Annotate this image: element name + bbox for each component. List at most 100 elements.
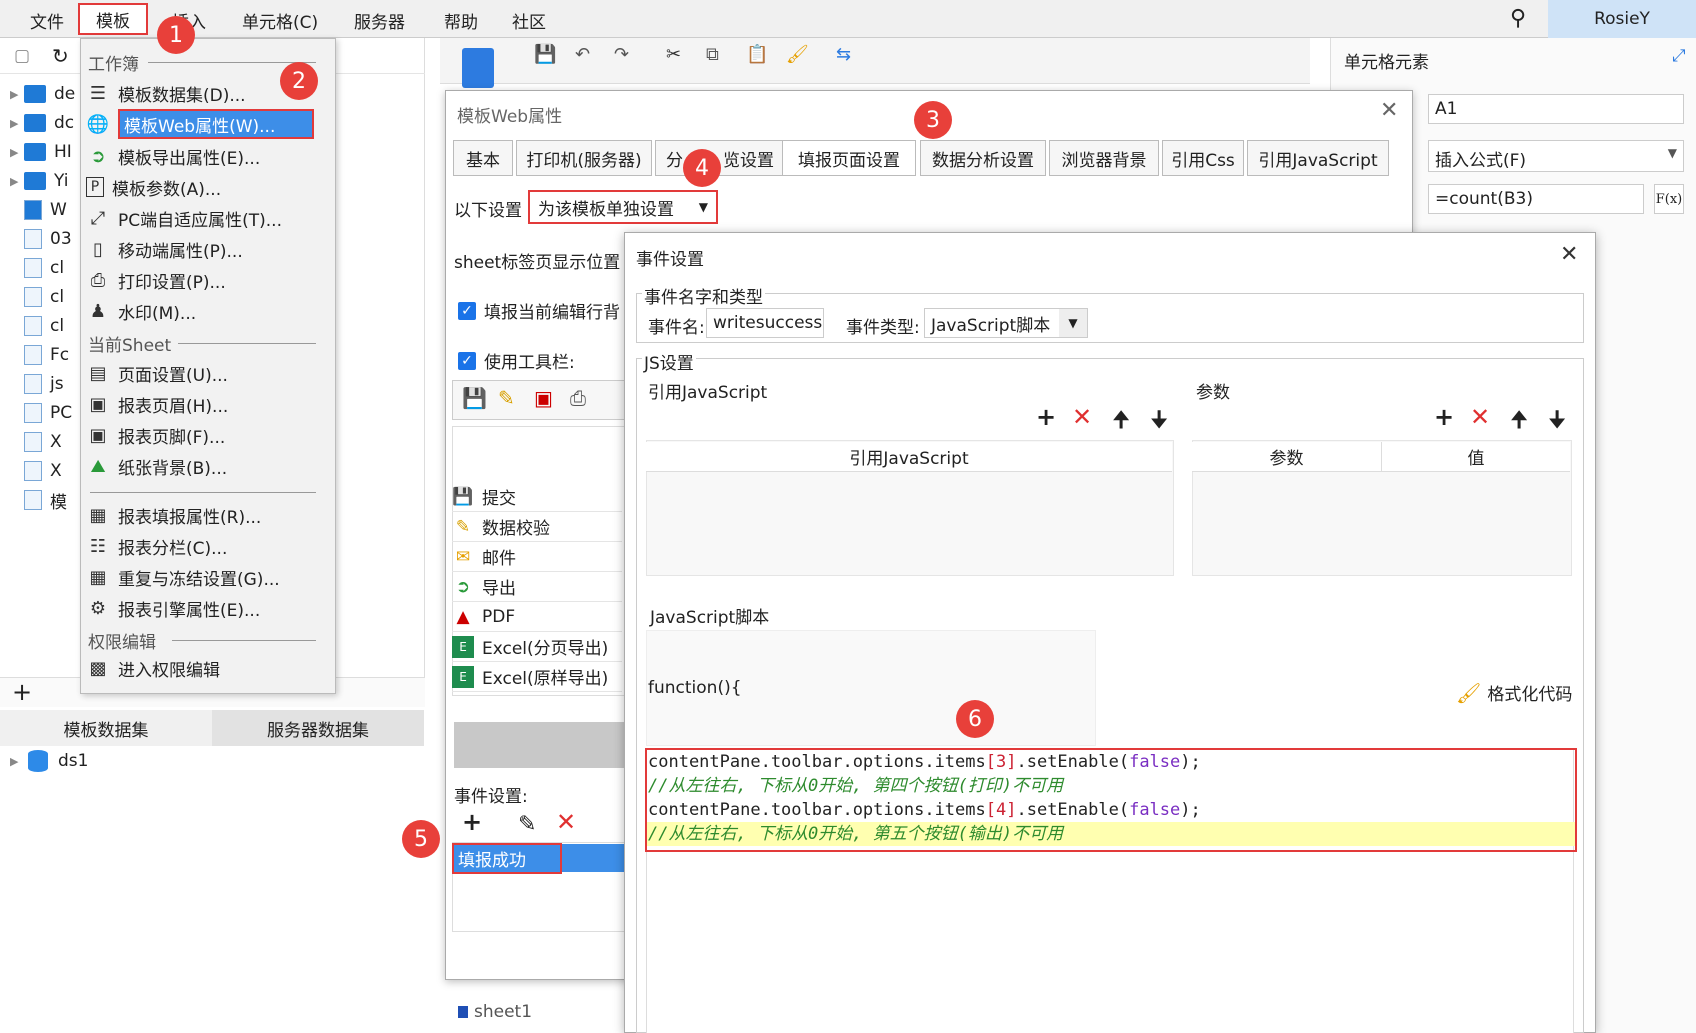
code-line: //从左往右, 下标从0开始, 第五个按钮(输出)不可用 (648, 824, 1064, 844)
menu-item-header[interactable]: ▣ 报表页眉(H)... (86, 389, 326, 419)
move-up-icon[interactable]: 🠉 (1112, 403, 1130, 441)
tree-item[interactable]: cl (10, 284, 64, 310)
chevron-down-icon: ▼ (698, 200, 708, 214)
cut-icon[interactable]: ✂ (666, 44, 681, 65)
tree-item[interactable]: ▶ HI (10, 139, 72, 165)
format-code-button[interactable]: 🖌 格式化代码 (1456, 680, 1572, 706)
delete-ref-js-icon[interactable]: ✕ (1072, 403, 1092, 431)
swap-icon[interactable]: ⇆ (836, 44, 851, 65)
search-icon[interactable]: ⚲ (1510, 6, 1526, 31)
edit-event-icon[interactable]: ✎ (518, 812, 536, 837)
redo-icon[interactable]: ↷ (614, 44, 629, 65)
menu-item-web-attr[interactable]: 🌐 模板Web属性(W)... (86, 109, 326, 139)
toolbar-btn-validate[interactable]: ✎ 数据校验 (452, 512, 622, 542)
close-icon[interactable]: ✕ (1560, 242, 1578, 267)
menu-cell[interactable]: 单元格(C) (242, 8, 318, 33)
menu-server[interactable]: 服务器 (354, 8, 405, 33)
toolbar-btn-pdf[interactable]: ▲ PDF (452, 602, 622, 632)
menu-item-background[interactable]: ⛰ 纸张背景(B)... (86, 451, 326, 481)
tree-item[interactable]: ▶ Yi (10, 168, 69, 194)
paste-icon[interactable]: 📋 (746, 44, 768, 65)
tab-browser-bg[interactable]: 浏览器背景 (1049, 140, 1159, 176)
delete-param-icon[interactable]: ✕ (1470, 403, 1490, 431)
menu-item-columns[interactable]: ☷ 报表分栏(C)... (86, 531, 326, 561)
copy-icon[interactable]: ⧉ (706, 44, 719, 65)
menu-item-engine[interactable]: ⚙ 报表引擎属性(E)... (86, 593, 326, 623)
add-param-icon[interactable]: + (1434, 403, 1454, 431)
event-name-input[interactable]: writesuccess (706, 308, 824, 338)
tree-item[interactable]: cl (10, 255, 64, 281)
toolbar-btn-submit[interactable]: 💾 提交 (452, 482, 622, 512)
toolbar-btn-mail[interactable]: ✉ 邮件 (452, 542, 622, 572)
tab-basic[interactable]: 基本 (453, 140, 513, 176)
menu-item-print[interactable]: ⎙ 打印设置(P)... (86, 265, 326, 295)
event-dialog-title: 事件设置 (636, 250, 704, 270)
menu-help[interactable]: 帮助 (444, 8, 478, 33)
undo-icon[interactable]: ↶ (575, 44, 590, 65)
menu-item-watermark[interactable]: ♟ 水印(M)... (86, 296, 326, 326)
tab-javascript[interactable]: 引用JavaScript (1247, 140, 1389, 176)
format-brush-icon[interactable]: 🖌 (786, 44, 809, 65)
tree-item[interactable]: W (10, 197, 67, 223)
tree-item[interactable]: X (10, 429, 62, 455)
fx-button[interactable]: F(x) (1654, 184, 1684, 214)
tree-item[interactable]: cl (10, 313, 64, 339)
add-ref-js-icon[interactable]: + (1036, 403, 1056, 431)
tree-item[interactable]: ▶ dc (10, 110, 74, 136)
menu-item-pc-adaptive[interactable]: ⤢ PC端自适应属性(T)... (86, 203, 326, 233)
menu-template[interactable]: 模板 (78, 3, 148, 35)
tab-fill-page[interactable]: 填报页面设置 (782, 140, 916, 176)
insert-formula-select[interactable]: 插入公式(F) ▼ (1428, 140, 1684, 172)
menu-community[interactable]: 社区 (512, 8, 546, 33)
event-type-select[interactable]: JavaScript脚本 ▼ (924, 308, 1088, 338)
use-toolbar-checkbox[interactable]: ✓ 使用工具栏: (458, 348, 575, 373)
menu-item-export-attr[interactable]: ➲ 模板导出属性(E)... (86, 141, 326, 171)
fill-current-row-checkbox[interactable]: ✓ 填报当前编辑行背 (458, 298, 620, 323)
toolbar-btn-excel-page[interactable]: E Excel(分页导出) (452, 632, 622, 662)
tree-item[interactable]: ▶ de (10, 81, 75, 107)
tree-item[interactable]: 模 (10, 487, 67, 513)
tree-item[interactable]: PC (10, 400, 72, 426)
tree-item[interactable]: 03 (10, 226, 72, 252)
dataset-tab-server[interactable]: 服务器数据集 (212, 710, 424, 746)
menu-item-mobile[interactable]: ▯ 移动端属性(P)... (86, 234, 326, 264)
expand-icon[interactable]: ⤢ (1672, 46, 1686, 66)
menu-item-fill-attr[interactable]: ▦ 报表填报属性(R)... (86, 500, 326, 530)
dataset-tab-template[interactable]: 模板数据集 (0, 710, 212, 746)
add-dataset-icon[interactable]: + (12, 678, 32, 706)
user-name[interactable]: RosieY (1548, 0, 1696, 38)
menu-item-permission-edit[interactable]: ▩ 进入权限编辑 (86, 653, 326, 683)
toolbar-btn-excel-original[interactable]: E Excel(原样导出) (452, 662, 622, 692)
param-move-up-icon[interactable]: 🠉 (1510, 403, 1528, 441)
menu-item-page-setup[interactable]: ▤ 页面设置(U)... (86, 358, 326, 388)
tree-item[interactable]: X (10, 458, 62, 484)
tab-css[interactable]: 引用Css (1162, 140, 1244, 176)
formula-input[interactable]: =count(B3) (1428, 184, 1644, 214)
design-icon[interactable] (462, 48, 494, 88)
new-folder-icon[interactable]: ▢ (14, 46, 30, 66)
refresh-icon[interactable]: ↻ (52, 44, 69, 68)
param-move-down-icon[interactable]: 🠋 (1548, 403, 1566, 441)
setting-select[interactable]: 为该模板单独设置 ▼ (528, 190, 718, 224)
sheet-tab[interactable]: sheet1 (458, 1002, 532, 1022)
menu-item-footer[interactable]: ▣ 报表页脚(F)... (86, 420, 326, 450)
cell-name-input[interactable]: A1 (1428, 94, 1684, 124)
menu-file[interactable]: 文件 (30, 8, 64, 33)
tree-item[interactable]: Fc (10, 342, 69, 368)
toolbar-btn-export[interactable]: ➲ 导出 (452, 572, 622, 602)
dialog-title: 模板Web属性 (457, 107, 563, 127)
close-icon[interactable]: ✕ (1380, 98, 1398, 123)
dataset-item[interactable]: ▶ ds1 (10, 750, 88, 772)
tab-printer[interactable]: 打印机(服务器) (516, 140, 652, 176)
save-icon[interactable]: 💾 (534, 44, 556, 65)
tab-data-analysis[interactable]: 数据分析设置 (920, 140, 1046, 176)
delete-event-icon[interactable]: ✕ (556, 808, 576, 836)
move-down-icon[interactable]: 🠋 (1150, 403, 1168, 441)
add-event-icon[interactable]: + (462, 808, 482, 836)
tree-item[interactable]: js (10, 371, 64, 397)
menu-item-params[interactable]: P 模板参数(A)... (86, 172, 326, 202)
excel-icon: E (452, 635, 474, 658)
event-item-label[interactable]: 填报成功 (452, 843, 562, 874)
menu-item-freeze[interactable]: ▦ 重复与冻结设置(G)... (86, 562, 326, 592)
toolbar-list-footer (454, 722, 630, 768)
